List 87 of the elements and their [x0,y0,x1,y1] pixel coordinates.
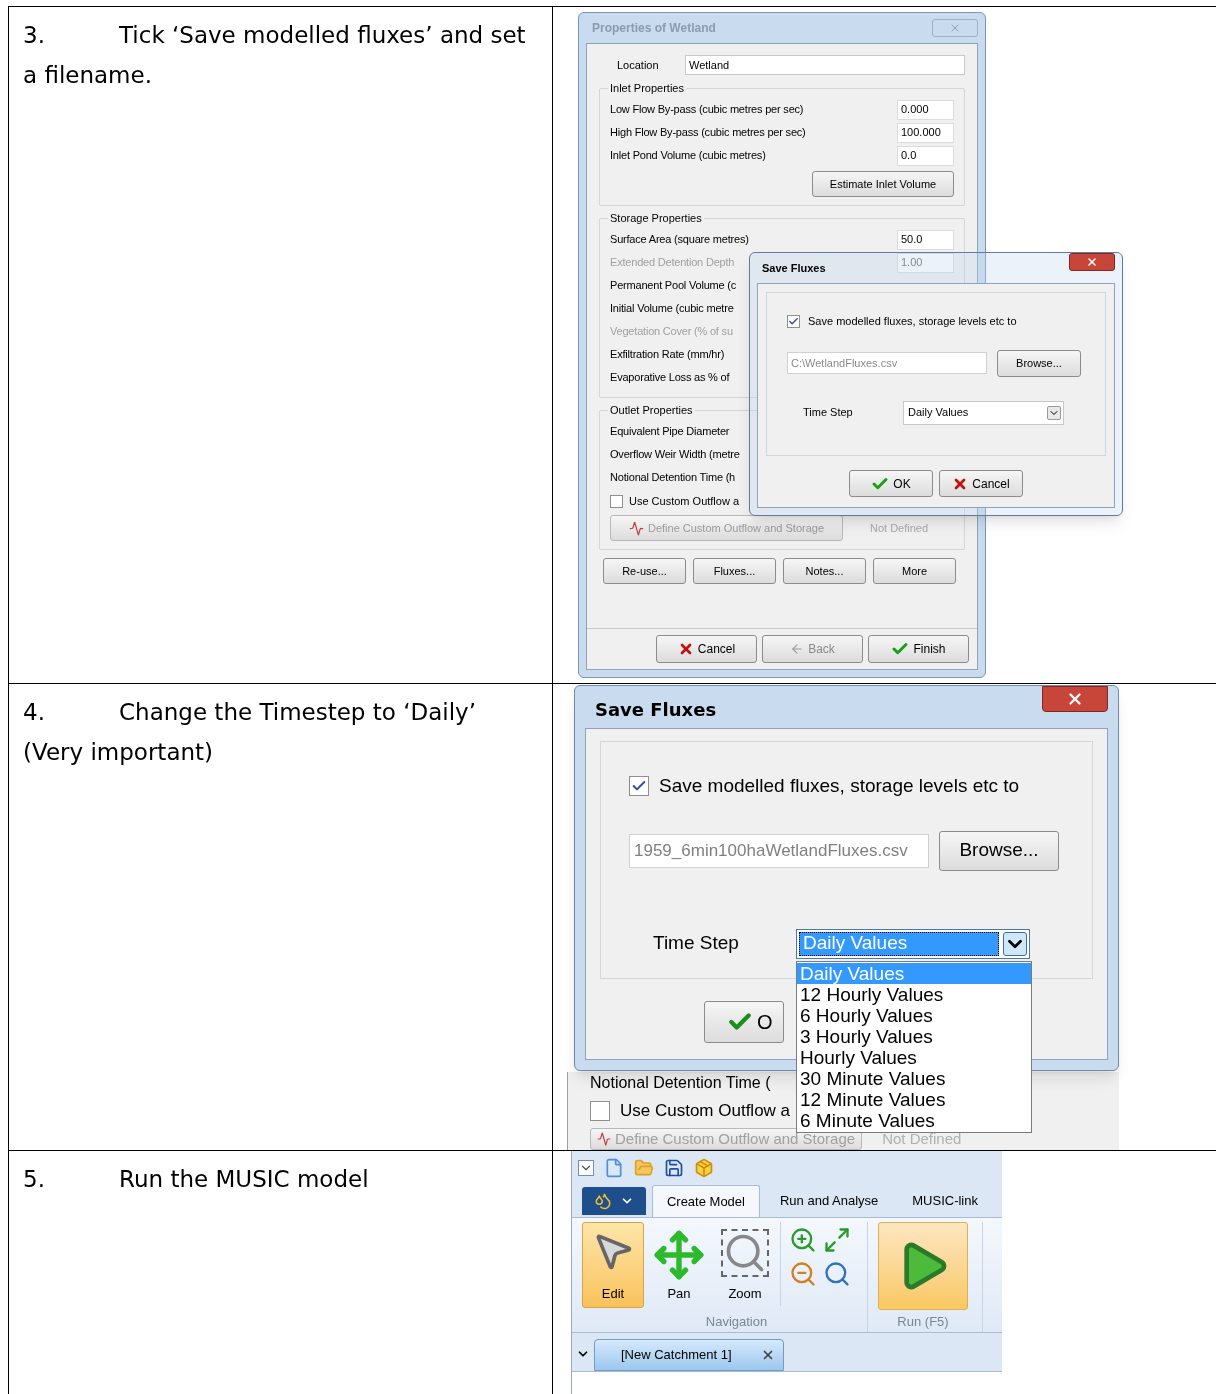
droplets-icon [593,1192,612,1210]
group-title: Outlet Properties [608,403,695,417]
group-title: Inlet Properties [608,81,686,95]
status-text: Not Defined [870,520,929,536]
close-button[interactable] [1069,253,1115,271]
run-button[interactable] [878,1222,968,1310]
close-button[interactable] [1042,686,1108,712]
number-field[interactable]: 0.0 [897,145,954,166]
quick-access-menu-icon[interactable] [578,1160,594,1176]
field-label: Notional Detention Time ( [590,1073,771,1092]
arrow-icon [790,642,805,656]
checkbox[interactable] [787,314,800,328]
field-label: Surface Area (square metres) [610,232,749,248]
checkbox-label: Save modelled fluxes, storage levels etc to [808,314,1017,329]
group-label: Navigation [705,1313,768,1331]
cancel-button[interactable]: Cancel [656,635,757,663]
field-label: Exfiltration Rate (mm/hr) [610,347,725,363]
browse-button[interactable]: Browse... [997,349,1081,377]
chart-icon [597,1131,611,1146]
check-icon [788,315,799,327]
number-field[interactable]: 100.000 [897,122,954,143]
zoom-tool-button[interactable]: Zoom [714,1222,776,1308]
field-label: Equivalent Pipe Diameter [610,424,730,440]
checkbox[interactable] [610,494,623,508]
document-tab[interactable]: [New Catchment 1] [594,1339,784,1371]
new-file-icon[interactable] [604,1158,624,1178]
field-label: Extended Detention Depth [610,255,735,271]
window-title: Save Fluxes [595,698,717,722]
save-icon[interactable] [664,1158,684,1178]
ok-button[interactable]: OK [849,470,933,497]
ok-button[interactable]: O [704,1001,784,1043]
step-instruction: 4. Change the Timestep to ‘Daily’ (Very important) [23,698,477,767]
close-icon[interactable] [761,1348,775,1362]
number-field[interactable]: 50.0 [897,229,954,250]
magnifier-icon [721,1229,769,1277]
field-label: Initial Volume (cubic metre [610,301,734,317]
location-field[interactable]: Wetland [685,55,965,75]
step-instruction: 5. Run the MUSIC model [23,1165,370,1194]
checkbox[interactable] [629,776,649,797]
field-label: Overflow Weir Width (metre [610,447,740,463]
zoom-in-icon[interactable] [789,1226,817,1254]
step-instruction: 3. Tick ‘Save modelled fluxes’ and set a filename. [23,21,527,90]
field-label: Inlet Pond Volume (cubic metres) [610,148,766,164]
dialog-button[interactable]: Fluxes... [693,558,776,584]
checkbox[interactable] [590,1100,610,1121]
finish-button[interactable]: Finish [868,635,969,663]
status-text: Not Defined [882,1128,962,1149]
expand-icon[interactable] [823,1226,851,1254]
field-label: High Flow By-pass (cubic metres per sec) [610,125,806,141]
field-label: Location [617,57,660,73]
run-label: Run (F5) [897,1313,949,1331]
field-label: Time Step [653,931,740,956]
group-title: Storage Properties [608,211,704,225]
number-field[interactable]: 0.000 [897,99,954,120]
window-title: Properties of Wetland [592,20,716,37]
app-menu-button[interactable] [582,1187,646,1215]
file-path-field[interactable]: 1959_6min100haWetlandFluxes.csv [629,833,929,868]
file-path-field[interactable]: C:\WetlandFluxes.csv [787,352,987,374]
zoom-out-icon[interactable] [789,1260,817,1288]
field-label: Notional Detention Time (h [610,470,736,486]
browse-button[interactable]: Browse... [939,830,1059,871]
time-step-dropdown[interactable]: Daily Values [903,400,1064,425]
close-icon [949,22,961,34]
cancel-button[interactable]: Cancel [939,470,1023,497]
magnifier-icon[interactable] [823,1260,851,1288]
estimate-button[interactable]: Estimate Inlet Volume [812,171,954,197]
chart-icon [628,520,644,536]
window-title: Save Fluxes [762,260,826,276]
field-label: Low Flow By-pass (cubic metres per sec) [610,102,804,118]
ribbon-tab[interactable]: Create Model [651,1185,760,1217]
field-label: Permanent Pool Volume (c [610,278,737,294]
edit-tool-button[interactable]: Edit [582,1222,644,1308]
ribbon-tab[interactable]: Run and Analyse [765,1185,893,1217]
dialog-button[interactable]: More [873,558,956,584]
checkbox-label: Use Custom Outflow a [629,493,740,509]
dialog-button[interactable]: Re-use... [603,558,686,584]
move-icon [653,1229,705,1281]
field-label: Vegetation Cover (% of su [610,324,733,340]
field-label: Evaporative Loss as % of [610,370,730,386]
checkbox-label: Use Custom Outflow a [620,1100,791,1122]
close-icon [1066,690,1084,708]
dialog-button[interactable]: Notes... [783,558,866,584]
close-icon [1086,256,1098,268]
pan-tool-button[interactable]: Pan [648,1222,710,1308]
ribbon-tab[interactable]: MUSIC-link [898,1185,992,1217]
checkbox-label: Save modelled fluxes, storage levels etc to [659,774,1020,798]
field-label: Time Step [803,405,854,421]
